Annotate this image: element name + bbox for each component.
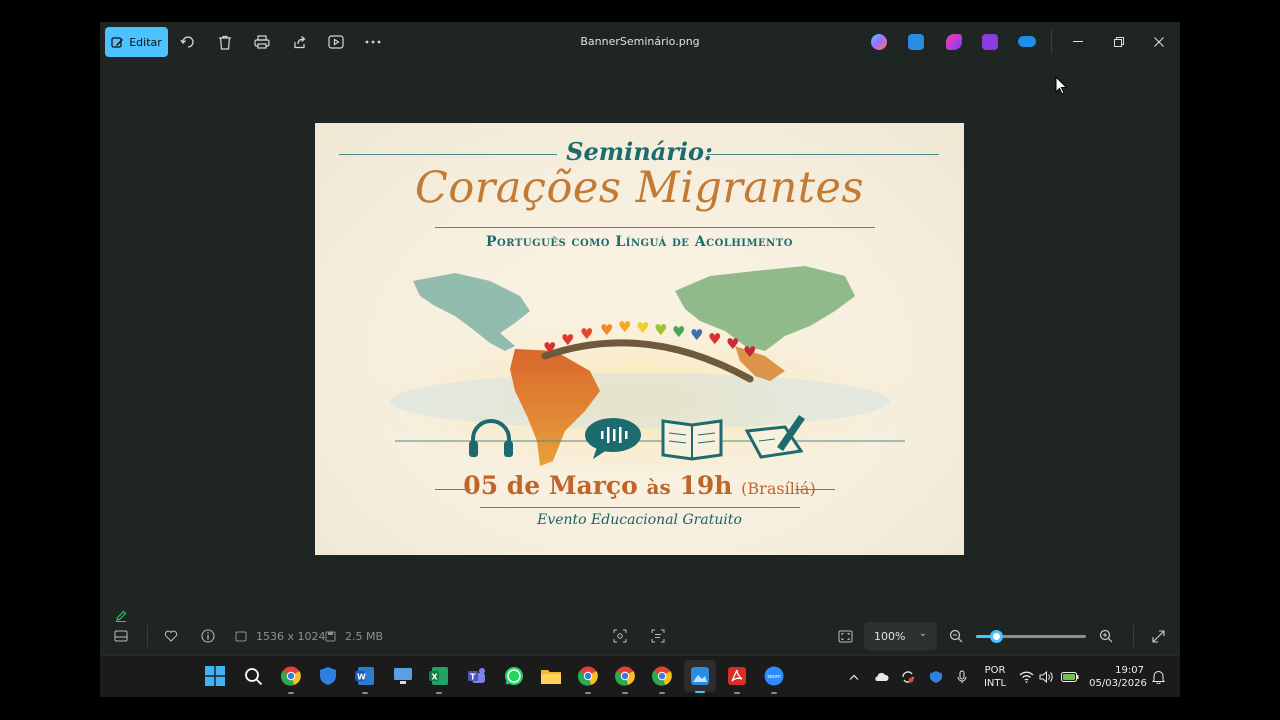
teams-icon[interactable]: T <box>465 664 489 688</box>
zoom-slider-thumb[interactable] <box>989 630 1003 643</box>
chevron-up-icon[interactable] <box>845 668 863 686</box>
sync-tray-icon[interactable] <box>899 668 917 686</box>
banner-date-tz: (Brasíliá) <box>741 479 816 498</box>
wifi-icon[interactable] <box>1017 668 1035 686</box>
file-explorer-icon[interactable] <box>539 664 563 688</box>
security-tray-icon[interactable] <box>927 668 945 686</box>
defender-shield-icon[interactable] <box>316 664 340 688</box>
windows-taskbar: W X T zoom POR INTL 19:07 05/03/2026 <box>100 655 1180 697</box>
svg-text:zoom: zoom <box>767 674 781 680</box>
svg-text:♥: ♥ <box>672 323 685 341</box>
keyboard-language-top: POR <box>984 665 1006 676</box>
clock-date: 05/03/2026 <box>1089 678 1147 689</box>
svg-text:♥: ♥ <box>654 321 667 339</box>
text-scan-icon[interactable] <box>648 626 668 646</box>
favorite-heart-icon[interactable] <box>161 626 181 646</box>
copilot-icon[interactable] <box>871 34 887 50</box>
minimize-icon[interactable] <box>1067 31 1089 53</box>
svg-text:♥: ♥ <box>726 335 739 353</box>
banner-event: Evento Educacional Gratuito <box>537 512 742 528</box>
photos-taskbar-icon[interactable] <box>684 660 716 693</box>
svg-text:♥: ♥ <box>690 326 703 344</box>
svg-text:T: T <box>470 673 476 682</box>
title-bar: Editar BannerSeminário.png <box>100 22 1180 62</box>
volume-icon[interactable] <box>1037 668 1055 686</box>
clock-time: 19:07 <box>1115 665 1144 676</box>
fit-to-window-icon[interactable] <box>835 626 855 646</box>
image-dimensions: 1536 x 1024 <box>256 630 326 643</box>
designer-icon[interactable] <box>946 34 962 50</box>
chrome-icon[interactable] <box>279 664 303 694</box>
filmstrip-icon[interactable] <box>111 626 131 646</box>
svg-text:♥: ♥ <box>636 319 649 337</box>
battery-icon[interactable] <box>1059 668 1081 686</box>
titlebar-divider <box>1051 30 1052 54</box>
keyboard-language-bottom: INTL <box>983 678 1007 689</box>
open-book-icon <box>661 419 723 461</box>
headphones-icon <box>469 419 513 457</box>
whatsapp-icon[interactable] <box>502 664 526 688</box>
photos-app-icon[interactable] <box>908 34 924 50</box>
clock[interactable]: 19:07 05/03/2026 <box>1088 664 1148 690</box>
mouse-cursor-icon <box>1055 76 1068 95</box>
svg-text:♥: ♥ <box>600 321 613 339</box>
banner-image: Seminário: Corações Migrantes Português … <box>315 123 964 555</box>
zoom-level-dropdown[interactable]: 100% ⌄ <box>864 622 937 650</box>
banner-subtitle: Português como Línguá de Acolhimento <box>486 234 793 250</box>
file-size-icon <box>320 626 340 646</box>
banner-title: Corações Migrantes <box>414 163 865 213</box>
banner-date-as: às <box>646 475 671 499</box>
banner-date-time: 19h <box>679 471 733 500</box>
svg-text:♥: ♥ <box>743 343 756 361</box>
banner-seminario: Seminário: <box>566 137 713 166</box>
zoom-app-icon[interactable]: zoom <box>762 664 786 694</box>
zoom-level-value: 100% <box>874 629 906 643</box>
bottom-divider-1 <box>147 625 148 647</box>
image-filesize: 2.5 MB <box>345 630 384 643</box>
microphone-icon[interactable] <box>953 668 971 686</box>
banner-date-day: 05 de Março <box>463 471 638 500</box>
zoom-in-icon[interactable] <box>1096 626 1116 646</box>
svg-text:♥: ♥ <box>580 325 593 343</box>
onedrive-icon[interactable] <box>1018 36 1036 47</box>
visual-search-icon[interactable] <box>610 626 630 646</box>
svg-text:♥: ♥ <box>543 339 556 357</box>
windows-start-icon[interactable] <box>203 664 227 688</box>
word-icon[interactable]: W <box>353 664 377 694</box>
notification-bell-icon[interactable] <box>1149 668 1167 686</box>
bottom-toolbar: 1536 x 1024 2.5 MB 100% ⌄ <box>100 610 1180 655</box>
banner-title-underline <box>435 227 875 228</box>
acrobat-pdf-icon[interactable] <box>725 664 749 694</box>
svg-text:W: W <box>357 673 366 682</box>
excel-icon[interactable]: X <box>427 664 451 694</box>
keyboard-language[interactable]: POR INTL <box>980 664 1010 690</box>
bottom-divider-2 <box>1133 625 1134 647</box>
file-info-icon[interactable] <box>198 626 218 646</box>
clipchamp-icon[interactable] <box>982 34 998 50</box>
cloud-tray-icon[interactable] <box>872 668 890 686</box>
banner-date: 05 de Março às 19h (Brasíliá) <box>315 471 964 500</box>
svg-text:♥: ♥ <box>708 330 721 348</box>
image-size-icon <box>231 626 251 646</box>
fullscreen-icon[interactable] <box>1148 626 1168 646</box>
remote-desktop-icon[interactable] <box>391 664 415 688</box>
date-underline <box>480 507 800 508</box>
chrome-profile-2-icon[interactable] <box>576 664 600 694</box>
world-map-illustration: ♥ ♥ ♥ ♥ ♥ ♥ ♥ ♥ ♥ ♥ ♥ ♥ <box>350 266 930 471</box>
pencil-edit-icon[interactable] <box>111 606 131 626</box>
zoom-out-icon[interactable] <box>946 626 966 646</box>
svg-text:♥: ♥ <box>561 331 574 349</box>
photos-window: Editar BannerSeminário.png Seminário: Co… <box>100 22 1180 697</box>
restore-icon[interactable] <box>1108 31 1130 53</box>
svg-text:X: X <box>432 673 439 682</box>
chrome-profile-3-icon[interactable] <box>613 664 637 694</box>
close-icon[interactable] <box>1148 31 1170 53</box>
chevron-down-icon: ⌄ <box>918 628 927 639</box>
chrome-profile-4-icon[interactable] <box>650 664 674 694</box>
svg-text:♥: ♥ <box>618 318 631 336</box>
search-icon[interactable] <box>241 664 265 688</box>
